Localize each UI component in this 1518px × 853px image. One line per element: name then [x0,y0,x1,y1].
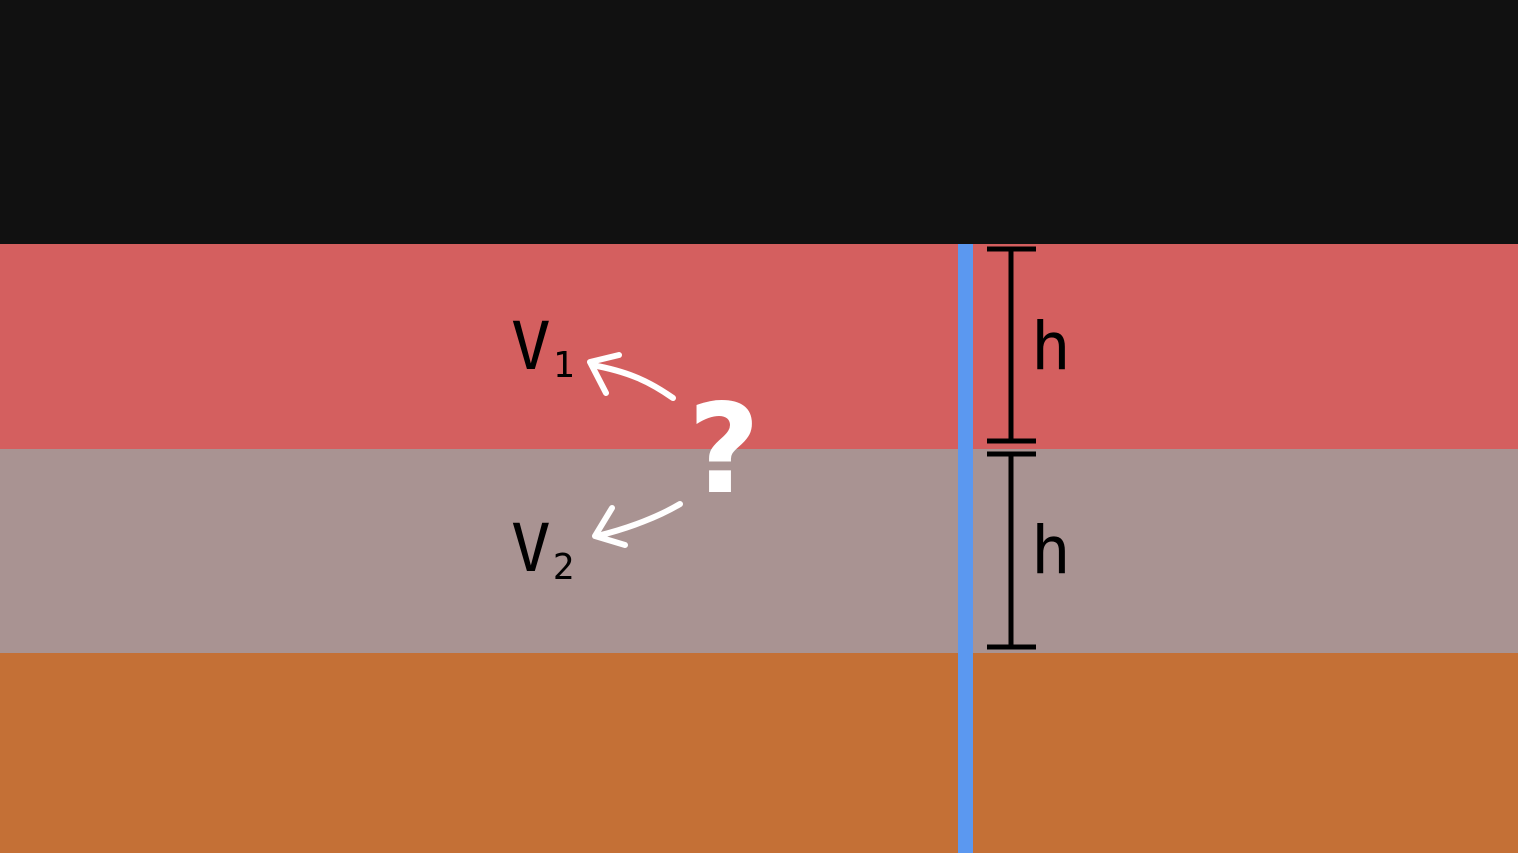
top-band [0,0,1518,244]
diagram-stage: V1 V2 ? h h [0,0,1518,853]
layer-3-band [0,653,1518,853]
well-line [958,244,973,853]
velocity-1-subscript: 1 [552,345,575,386]
velocity-2-label: V2 [511,516,574,586]
question-mark: ? [688,378,760,522]
velocity-1-symbol: V [511,308,551,385]
velocity-2-subscript: 2 [552,547,575,588]
thickness-label-bottom: h [1031,512,1071,589]
thickness-label-top: h [1031,308,1071,385]
velocity-1-label: V1 [511,314,574,384]
velocity-2-symbol: V [511,510,551,587]
